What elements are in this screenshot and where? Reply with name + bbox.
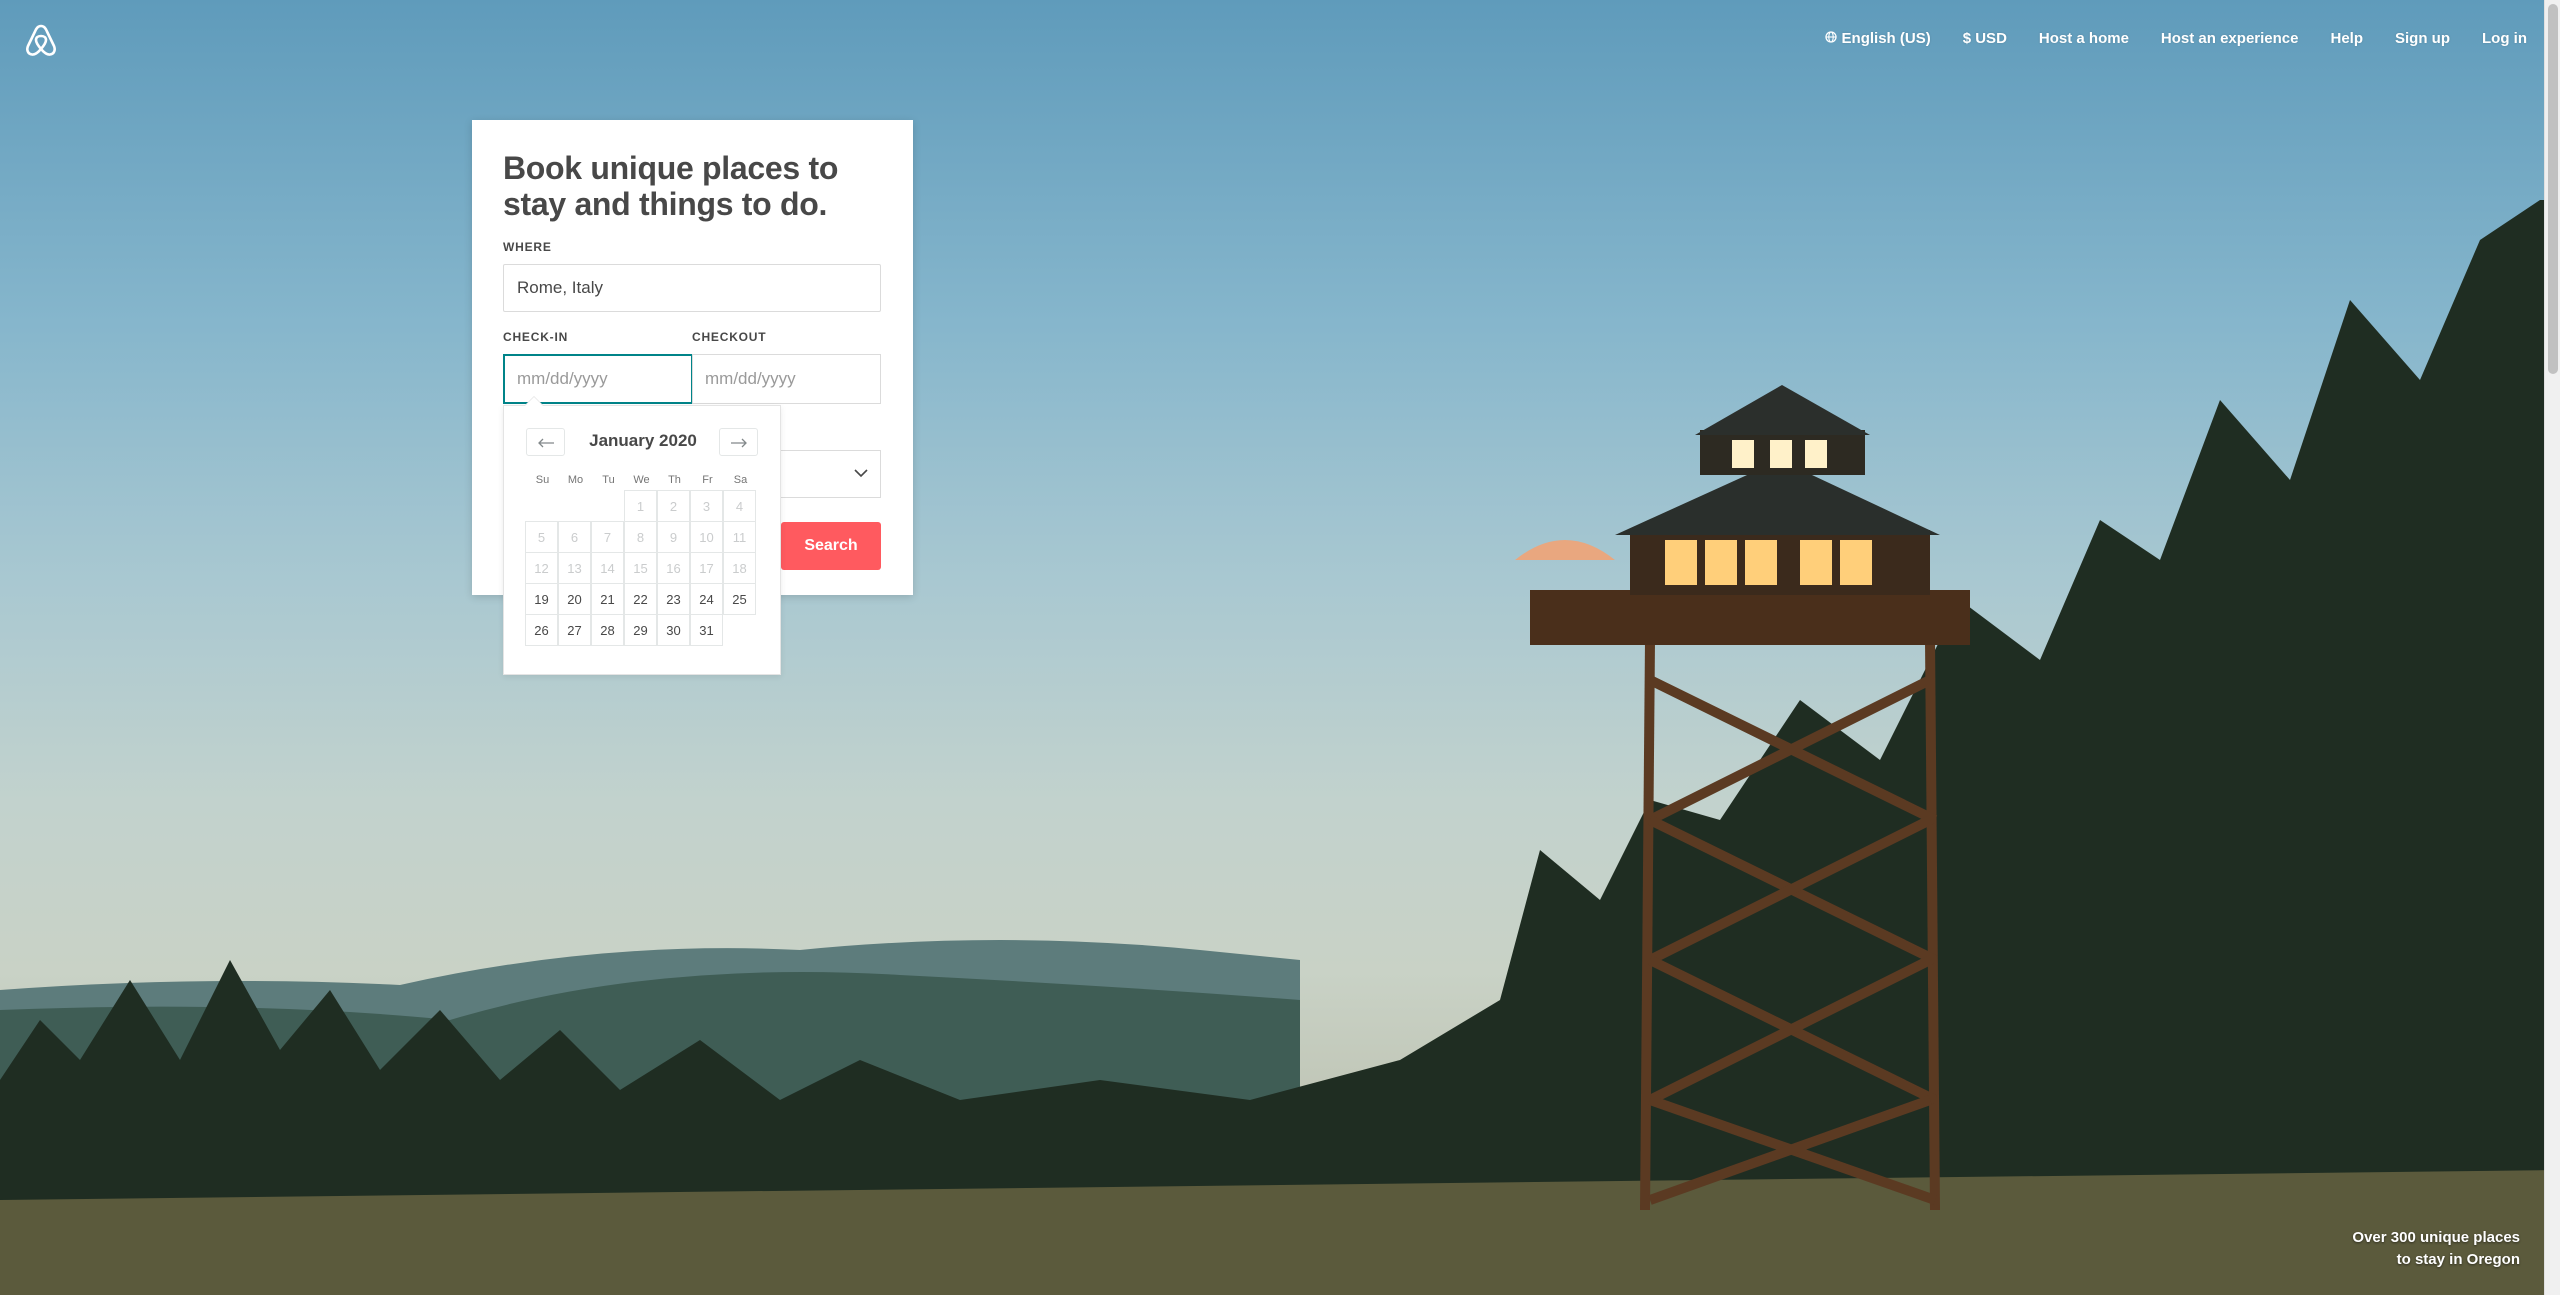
nav-sign-up[interactable]: Sign up <box>2395 30 2450 47</box>
calendar-day-24[interactable]: 24 <box>690 583 723 615</box>
calendar-day-8: 8 <box>624 521 657 553</box>
checkout-input[interactable]: mm/dd/yyyy <box>692 354 881 404</box>
calendar-day-16: 16 <box>657 552 690 584</box>
next-month-button[interactable] <box>719 428 758 456</box>
weekday-label: Fr <box>702 474 713 486</box>
weekday-label: Su <box>535 474 550 486</box>
arrow-right-icon <box>730 432 748 453</box>
page-scrollbar[interactable] <box>2544 0 2560 1295</box>
calendar-weekday-header: Su Mo Tu We Th Fr Sa <box>526 474 757 486</box>
calendar-day-1: 1 <box>624 490 657 522</box>
weekday-label: Tu <box>602 474 615 486</box>
calendar-empty-cell <box>591 490 624 522</box>
calendar-day-12: 12 <box>525 552 558 584</box>
calendar-day-26[interactable]: 26 <box>525 614 558 646</box>
calendar-day-17: 17 <box>690 552 723 584</box>
calendar-empty-cell <box>558 490 591 522</box>
calendar-day-23[interactable]: 23 <box>657 583 690 615</box>
checkout-label: CHECKOUT <box>692 330 767 344</box>
calendar-day-15: 15 <box>624 552 657 584</box>
background-photo <box>0 0 2560 1295</box>
where-input[interactable]: Rome, Italy <box>503 264 881 312</box>
nav-help[interactable]: Help <box>2330 30 2363 47</box>
nav-language[interactable]: English (US) <box>1824 30 1931 47</box>
weekday-label: We <box>633 474 650 486</box>
where-label: WHERE <box>503 240 552 254</box>
calendar-day-25[interactable]: 25 <box>723 583 756 615</box>
nav-host-home[interactable]: Host a home <box>2039 30 2129 47</box>
calendar-day-14: 14 <box>591 552 624 584</box>
calendar-empty-cell <box>525 490 558 522</box>
checkin-label: CHECK-IN <box>503 330 569 344</box>
calendar-day-31[interactable]: 31 <box>690 614 723 646</box>
calendar-day-6: 6 <box>558 521 591 553</box>
calendar-day-18: 18 <box>723 552 756 584</box>
scrollbar-thumb[interactable] <box>2548 4 2558 374</box>
calendar-day-13: 13 <box>558 552 591 584</box>
calendar-day-grid: 1 2 3 4 5 6 7 8 9 10 11 12 13 14 15 16 17 18 19 20 21 22 23 24 2… <box>525 490 757 646</box>
panel-headline: Book unique places to stay and things to… <box>503 150 839 222</box>
calendar-day-19[interactable]: 19 <box>525 583 558 615</box>
calendar-day-7: 7 <box>591 521 624 553</box>
calendar-day-20[interactable]: 20 <box>558 583 591 615</box>
airbnb-logo-icon[interactable] <box>24 22 58 58</box>
date-picker-popover: January 2020 Su Mo Tu We Th Fr Sa 123456… <box>503 396 781 675</box>
calendar-day-28[interactable]: 28 <box>591 614 624 646</box>
nav-log-in[interactable]: Log in <box>2482 30 2527 47</box>
landscape-illustration <box>0 200 2560 1295</box>
nav-language-label: English (US) <box>1841 30 1931 47</box>
photo-caption[interactable]: Over 300 unique places to stay in Oregon <box>2352 1227 2520 1271</box>
weekday-label: Th <box>668 474 681 486</box>
calendar-day-30[interactable]: 30 <box>657 614 690 646</box>
top-nav: English (US) $ USD Host a home Host an e… <box>1793 30 2527 47</box>
calendar-day-11: 11 <box>723 521 756 553</box>
calendar-day-29[interactable]: 29 <box>624 614 657 646</box>
calendar-day-21[interactable]: 21 <box>591 583 624 615</box>
search-button[interactable]: Search <box>781 522 881 570</box>
chevron-down-icon <box>854 465 868 483</box>
weekday-label: Mo <box>567 474 584 486</box>
calendar-day-5: 5 <box>525 521 558 553</box>
caption-line-1: Over 300 unique places <box>2352 1229 2520 1246</box>
calendar-day-4: 4 <box>723 490 756 522</box>
calendar-day-22[interactable]: 22 <box>624 583 657 615</box>
calendar-day-2: 2 <box>657 490 690 522</box>
nav-currency[interactable]: $ USD <box>1963 30 2007 47</box>
calendar-day-9: 9 <box>657 521 690 553</box>
weekday-label: Sa <box>733 474 748 486</box>
calendar-day-27[interactable]: 27 <box>558 614 591 646</box>
nav-host-experience[interactable]: Host an experience <box>2161 30 2299 47</box>
caption-line-2: to stay in Oregon <box>2396 1251 2520 1268</box>
calendar-day-10: 10 <box>690 521 723 553</box>
globe-icon <box>1824 30 1837 47</box>
calendar-day-3: 3 <box>690 490 723 522</box>
